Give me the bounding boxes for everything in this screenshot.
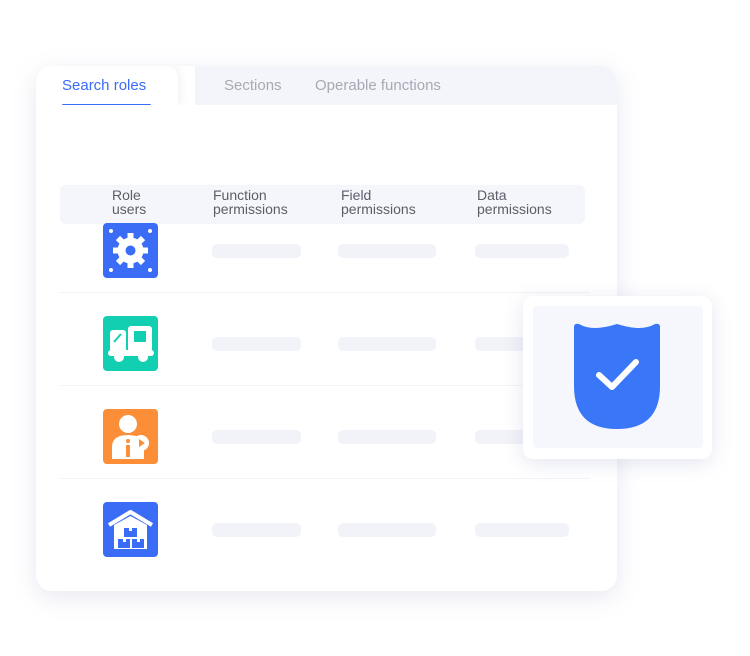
placeholder-bar: [338, 337, 436, 351]
badge-background: [533, 306, 703, 448]
placeholder-bar: [212, 430, 301, 444]
security-badge-card: [523, 296, 712, 459]
placeholder-bar: [338, 430, 436, 444]
placeholder-bar: [212, 523, 301, 537]
table-row[interactable]: [60, 478, 590, 571]
placeholder-bar: [475, 244, 569, 258]
tab-label: Search roles: [62, 77, 147, 94]
table-row[interactable]: [60, 199, 590, 293]
delivery-truck-icon: [103, 316, 158, 371]
gear-icon: [103, 223, 158, 278]
tab-search-roles[interactable]: Search roles: [36, 66, 178, 106]
tab-operable-functions[interactable]: Operable functions: [315, 77, 441, 94]
user-info-icon: [103, 409, 158, 464]
table-row[interactable]: [60, 385, 590, 479]
warehouse-icon: [103, 502, 158, 557]
placeholder-bar: [338, 523, 436, 537]
placeholder-bar: [212, 244, 301, 258]
tab-sections[interactable]: Sections: [224, 77, 282, 94]
placeholder-bar: [338, 244, 436, 258]
placeholder-bar: [212, 337, 301, 351]
table-row[interactable]: [60, 292, 590, 386]
placeholder-bar: [475, 523, 569, 537]
shield-check-icon: [574, 323, 660, 429]
